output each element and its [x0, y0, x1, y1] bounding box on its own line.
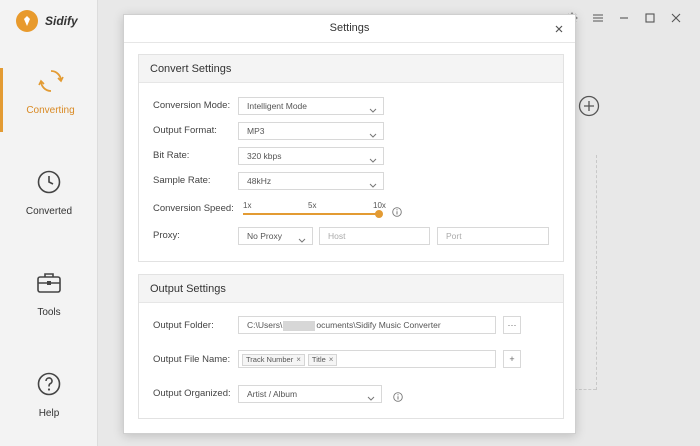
remove-tag-icon[interactable]: × — [329, 352, 334, 368]
slider-handle[interactable] — [375, 210, 383, 218]
output-folder-input[interactable]: C:\Users\ ocuments\Sidify Music Converter — [238, 316, 496, 334]
conversion-speed-slider[interactable]: 1x 5x 10x — [243, 201, 386, 221]
output-settings-heading: Output Settings — [139, 275, 563, 303]
tag-title[interactable]: Title × — [307, 352, 338, 368]
tick-5x: 5x — [308, 201, 317, 210]
minimize-icon[interactable] — [618, 12, 630, 24]
output-folder-label: Output Folder: — [153, 320, 214, 331]
output-format-value: MP3 — [247, 126, 265, 136]
proxy-host-input[interactable]: Host — [319, 227, 430, 245]
output-file-name-input[interactable]: Track Number × Title × — [238, 350, 496, 368]
tag-track-number[interactable]: Track Number × — [242, 354, 305, 366]
chevron-down-icon — [369, 178, 377, 194]
toolbox-icon — [0, 270, 98, 301]
output-file-name-label: Output File Name: — [153, 354, 231, 365]
info-icon[interactable] — [393, 389, 403, 402]
sample-rate-select[interactable]: 48kHz — [238, 172, 384, 190]
output-organized-label: Output Organized: — [153, 388, 231, 399]
tag-label: Title — [311, 355, 326, 364]
conversion-speed-label: Conversion Speed: — [153, 203, 234, 214]
add-tag-button[interactable]: + — [503, 350, 521, 368]
dialog-header: Settings — [124, 15, 575, 43]
proxy-port-input[interactable]: Port — [437, 227, 549, 245]
proxy-select[interactable]: No Proxy — [238, 227, 313, 245]
tick-1x: 1x — [243, 201, 252, 210]
output-folder-prefix: C:\Users\ — [247, 320, 283, 330]
add-music-icon[interactable] — [578, 95, 600, 122]
sync-icon — [3, 68, 98, 99]
conversion-mode-label: Conversion Mode: — [153, 100, 231, 111]
nav-help[interactable]: Help — [0, 371, 98, 435]
nav-converting[interactable]: Converting — [0, 68, 98, 132]
tag-label: Track Number — [246, 355, 294, 364]
nav-tools[interactable]: Tools — [0, 270, 98, 334]
info-icon[interactable] — [392, 204, 402, 217]
window-controls — [566, 12, 682, 24]
close-icon[interactable] — [553, 22, 565, 34]
chevron-down-icon — [367, 391, 375, 407]
port-placeholder: Port — [446, 231, 462, 241]
nav-label-converted: Converted — [25, 206, 73, 217]
redacted-username — [283, 320, 316, 331]
app-name: Sidify — [45, 14, 78, 28]
settings-dialog: Settings Convert Settings Conversion Mod… — [123, 14, 576, 434]
drop-area-border — [596, 155, 597, 390]
chevron-down-icon — [369, 128, 377, 144]
nav-label-converting: Converting — [26, 105, 75, 116]
clock-icon — [0, 169, 98, 200]
chevron-down-icon — [369, 103, 377, 119]
sample-rate-label: Sample Rate: — [153, 175, 211, 186]
nav-label-help: Help — [38, 408, 60, 419]
tick-10x: 10x — [373, 201, 386, 210]
sidify-logo-icon — [16, 10, 38, 32]
nav-label-tools: Tools — [37, 307, 61, 318]
maximize-icon[interactable] — [644, 12, 656, 24]
convert-settings-heading: Convert Settings — [139, 55, 563, 83]
help-icon — [0, 371, 98, 402]
remove-tag-icon[interactable]: × — [296, 352, 301, 368]
proxy-label: Proxy: — [153, 230, 180, 241]
bit-rate-label: Bit Rate: — [153, 150, 190, 161]
chevron-down-icon — [298, 233, 306, 249]
conversion-mode-select[interactable]: Intelligent Mode — [238, 97, 384, 115]
output-settings-section: Output Settings Output Folder: C:\Users\… — [138, 274, 564, 419]
menu-icon[interactable] — [592, 12, 604, 24]
output-organized-select[interactable]: Artist / Album — [238, 385, 382, 403]
brand: Sidify — [16, 10, 78, 32]
browse-folder-button[interactable]: ··· — [503, 316, 521, 334]
conversion-mode-value: Intelligent Mode — [247, 101, 308, 111]
output-organized-value: Artist / Album — [247, 389, 298, 399]
convert-settings-section: Convert Settings Conversion Mode: Intell… — [138, 54, 564, 262]
output-folder-suffix: ocuments\Sidify Music Converter — [316, 320, 441, 330]
output-format-select[interactable]: MP3 — [238, 122, 384, 140]
output-format-label: Output Format: — [153, 125, 217, 136]
sample-rate-value: 48kHz — [247, 176, 272, 186]
dialog-title: Settings — [329, 22, 370, 34]
bit-rate-select[interactable]: 320 kbps — [238, 147, 384, 165]
sidebar: Sidify Converting Converted Tools Help — [0, 0, 98, 446]
proxy-value: No Proxy — [247, 231, 282, 241]
chevron-down-icon — [369, 153, 377, 169]
host-placeholder: Host — [328, 231, 346, 241]
bit-rate-value: 320 kbps — [247, 151, 282, 161]
close-window-icon[interactable] — [670, 12, 682, 24]
nav-converted[interactable]: Converted — [0, 169, 98, 233]
slider-track — [243, 213, 379, 215]
